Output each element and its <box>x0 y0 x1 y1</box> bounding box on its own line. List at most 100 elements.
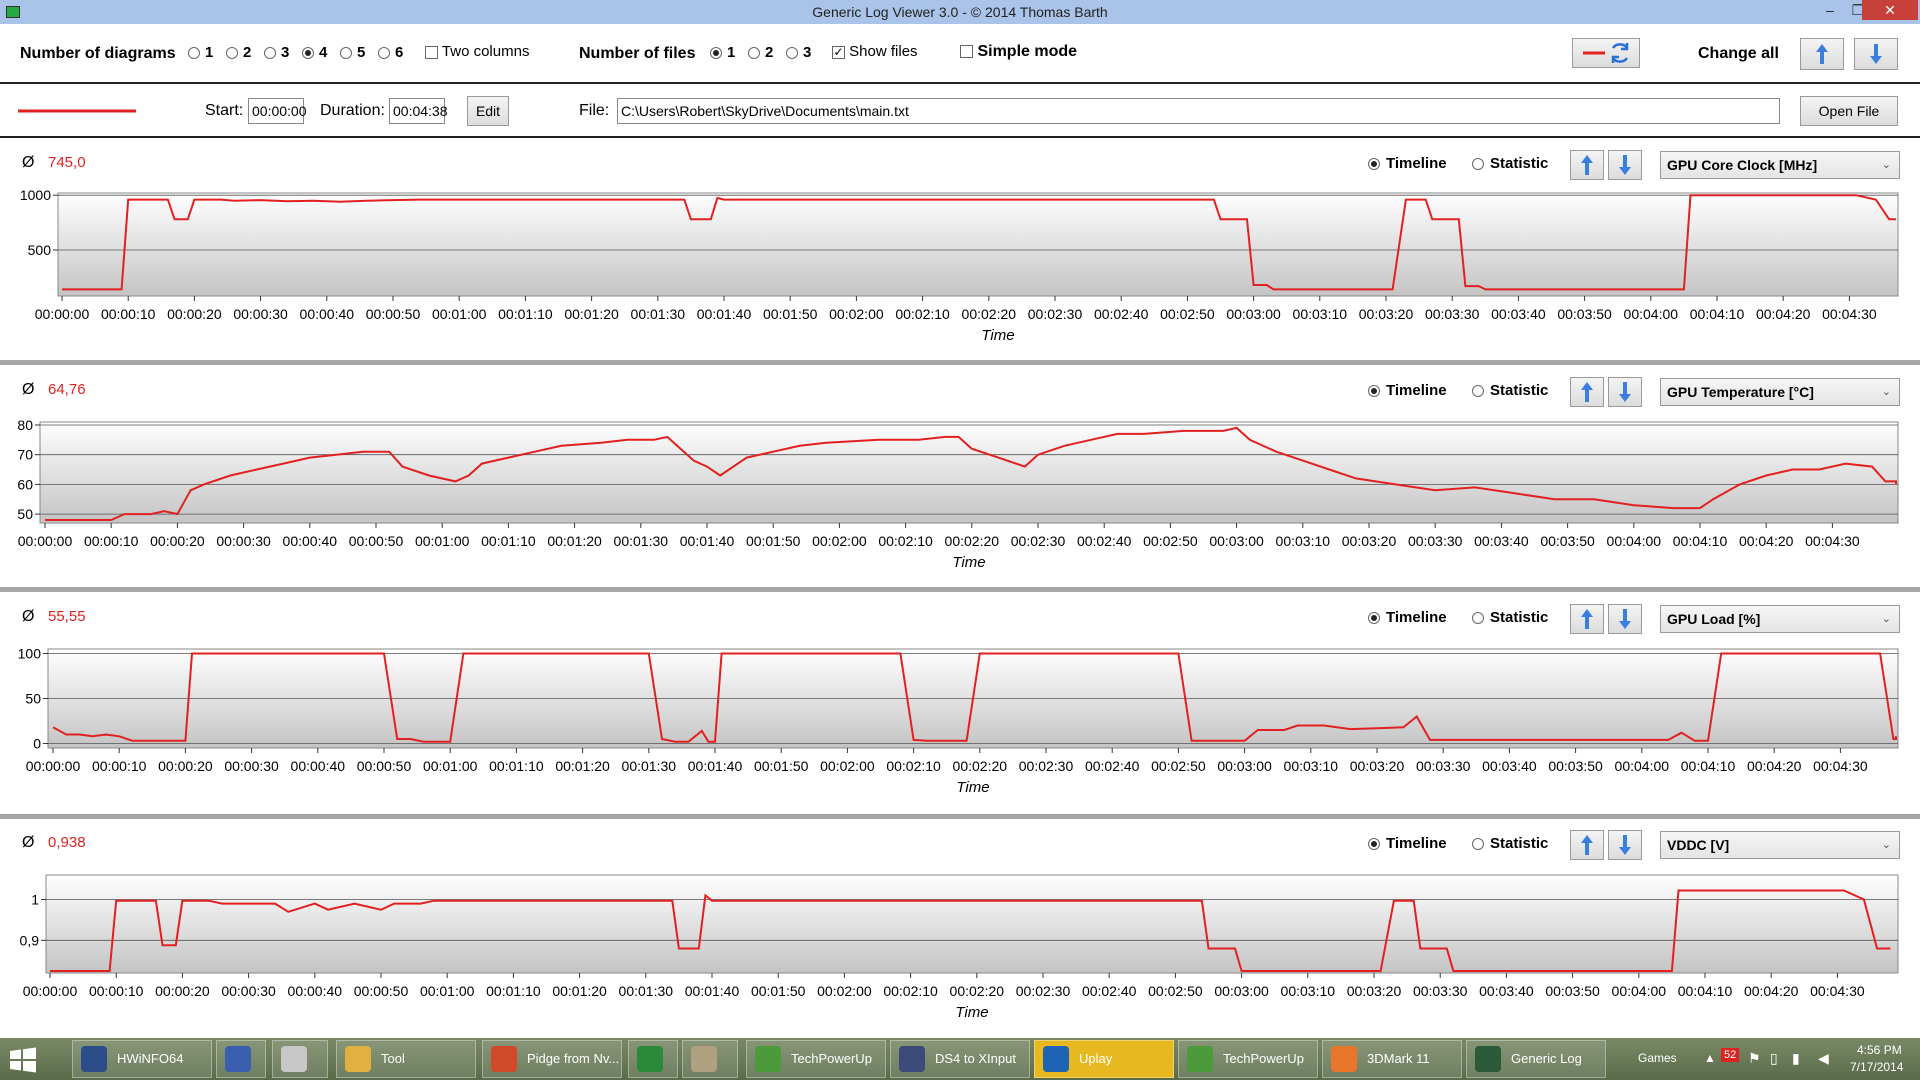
taskbar-button[interactable] <box>682 1040 738 1078</box>
close-button[interactable]: ✕ <box>1862 0 1918 20</box>
app-icon <box>1331 1046 1357 1072</box>
taskbar-button[interactable]: Generic Log Vi... <box>1466 1040 1606 1078</box>
taskbar-button-label: TechPowerUp ... <box>791 1051 872 1066</box>
open-file-button[interactable]: Open File <box>1800 96 1898 126</box>
taskbar-button[interactable]: 3DMark 11 Bas... <box>1322 1040 1462 1078</box>
y-tick-label: 60 <box>17 476 33 492</box>
app-icon <box>281 1046 307 1072</box>
taskbar-button[interactable]: Pidge from Nv... <box>482 1040 622 1078</box>
swap-color-button[interactable] <box>1572 38 1640 68</box>
taskbar-button[interactable]: DS4 to XInput ... <box>890 1040 1030 1078</box>
diagrams-radio-2[interactable]: 2 <box>226 44 251 61</box>
radio-dot[interactable] <box>340 47 352 60</box>
series-color-swatch[interactable] <box>18 108 138 114</box>
network-icon[interactable]: ▯ <box>1770 1050 1778 1067</box>
taskbar-button[interactable]: TechPowerUp ... <box>1178 1040 1318 1078</box>
x-tick-label: 00:00:00 <box>26 758 81 774</box>
y-tick-label: 70 <box>17 447 33 463</box>
clock-date[interactable]: 7/17/2014 <box>1850 1060 1903 1074</box>
app-icon <box>225 1046 251 1072</box>
x-tick-label: 00:01:10 <box>489 758 544 774</box>
x-tick-label: 00:03:50 <box>1540 533 1595 549</box>
line-chart: 0 50 100 00:00:00 00:00:10 00:00:20 00:00:30 00… <box>18 646 1899 796</box>
y-tick-label: 1000 <box>20 187 51 203</box>
checkbox-box[interactable] <box>425 45 438 59</box>
x-tick-label: 00:00:10 <box>89 983 144 999</box>
x-tick-label: 00:01:40 <box>685 983 740 999</box>
simple-mode-checkbox[interactable]: Simple mode <box>960 43 1077 61</box>
line-chart: 500 1000 00:00:00 00:00:10 00:00:20 00:00:30 0… <box>20 187 1899 344</box>
diagrams-radio-5[interactable]: 5 <box>340 44 365 61</box>
diagrams-radio-label: 5 <box>357 44 366 61</box>
taskbar-button[interactable]: Uplay <box>1034 1040 1174 1078</box>
radio-dot[interactable] <box>302 47 314 60</box>
x-tick-label: 00:03:00 <box>1226 306 1281 322</box>
files-radio-2[interactable]: 2 <box>748 44 773 61</box>
x-tick-label: 00:03:00 <box>1217 758 1272 774</box>
number-of-files-label: Number of files <box>579 45 696 62</box>
duration-input[interactable]: 00:04:38 <box>389 98 448 124</box>
x-tick-label: 00:04:00 <box>1624 306 1679 322</box>
flag-icon[interactable]: ⚑ <box>1748 1050 1761 1067</box>
x-tick-label: 00:02:00 <box>817 983 872 999</box>
windows-start-icon[interactable] <box>8 1046 38 1074</box>
battery-icon[interactable]: ▮ <box>1792 1050 1800 1067</box>
x-tick-label: 00:03:40 <box>1474 533 1529 549</box>
taskbar-button-label: HWiNFO64 v4... <box>117 1051 184 1066</box>
tray-expand-icon[interactable]: ▲ <box>1704 1051 1716 1065</box>
edit-button[interactable]: Edit <box>467 96 509 126</box>
move-all-down-button[interactable] <box>1854 38 1898 70</box>
diagrams-radio-4[interactable]: 4 <box>302 44 327 61</box>
checkbox-box[interactable] <box>960 45 973 59</box>
taskbar-button[interactable]: HWiNFO64 v4... <box>72 1040 212 1078</box>
x-tick-label: 00:02:40 <box>1082 983 1137 999</box>
x-tick-label: 00:02:50 <box>1160 306 1215 322</box>
diagrams-radio-1[interactable]: 1 <box>188 44 213 61</box>
x-tick-label: 00:01:20 <box>547 533 602 549</box>
taskbar-button[interactable] <box>628 1040 678 1078</box>
x-tick-label: 00:03:40 <box>1482 758 1537 774</box>
x-tick-label: 00:01:40 <box>697 306 752 322</box>
taskbar-button[interactable]: TechPowerUp ... <box>746 1040 886 1078</box>
x-tick-label: 00:01:10 <box>498 306 553 322</box>
x-tick-label: 00:03:40 <box>1479 983 1534 999</box>
x-tick-label: 00:01:20 <box>564 306 619 322</box>
taskbar-button[interactable] <box>272 1040 328 1078</box>
tray-games-label[interactable]: Games <box>1638 1051 1677 1065</box>
radio-dot[interactable] <box>710 47 722 60</box>
file-path-input[interactable]: C:\Users\Robert\SkyDrive\Documents\main.… <box>617 98 1780 124</box>
taskbar-button[interactable]: Tool <box>336 1040 476 1078</box>
radio-dot[interactable] <box>188 47 200 60</box>
files-radio-3[interactable]: 3 <box>786 44 811 61</box>
tray-badge[interactable]: 52 <box>1721 1048 1740 1062</box>
x-tick-label: 00:00:40 <box>291 758 346 774</box>
x-tick-label: 00:03:20 <box>1359 306 1414 322</box>
radio-dot[interactable] <box>226 47 238 60</box>
radio-dot[interactable] <box>748 47 760 60</box>
taskbar-button[interactable] <box>216 1040 266 1078</box>
app-icon <box>6 6 20 18</box>
files-radio-label: 1 <box>727 44 736 61</box>
diagrams-radio-3[interactable]: 3 <box>264 44 289 61</box>
show-files-checkbox[interactable]: ✓ Show files <box>832 43 918 60</box>
x-tick-label: 00:04:10 <box>1690 306 1745 322</box>
move-all-up-button[interactable] <box>1800 38 1844 70</box>
checkbox-box[interactable]: ✓ <box>832 45 845 59</box>
clock-time[interactable]: 4:56 PM <box>1857 1043 1902 1057</box>
radio-dot[interactable] <box>786 47 798 60</box>
x-tick-label: 00:02:20 <box>953 758 1008 774</box>
app-icon <box>691 1046 717 1072</box>
taskbar-button-label: DS4 to XInput ... <box>935 1051 1016 1066</box>
two-columns-checkbox[interactable]: Two columns <box>425 43 529 60</box>
files-radio-1[interactable]: 1 <box>710 44 735 61</box>
files-radio-label: 2 <box>765 44 774 61</box>
x-tick-label: 00:03:10 <box>1293 306 1348 322</box>
diagrams-radio-6[interactable]: 6 <box>378 44 403 61</box>
volume-icon[interactable]: ◀ <box>1818 1050 1829 1067</box>
start-input[interactable]: 00:00:00 <box>248 98 307 124</box>
x-tick-label: 00:04:10 <box>1673 533 1728 549</box>
radio-dot[interactable] <box>264 47 276 60</box>
radio-dot[interactable] <box>378 47 390 60</box>
taskbar-button-label: Uplay <box>1079 1051 1113 1066</box>
x-tick-label: 00:00:10 <box>92 758 147 774</box>
